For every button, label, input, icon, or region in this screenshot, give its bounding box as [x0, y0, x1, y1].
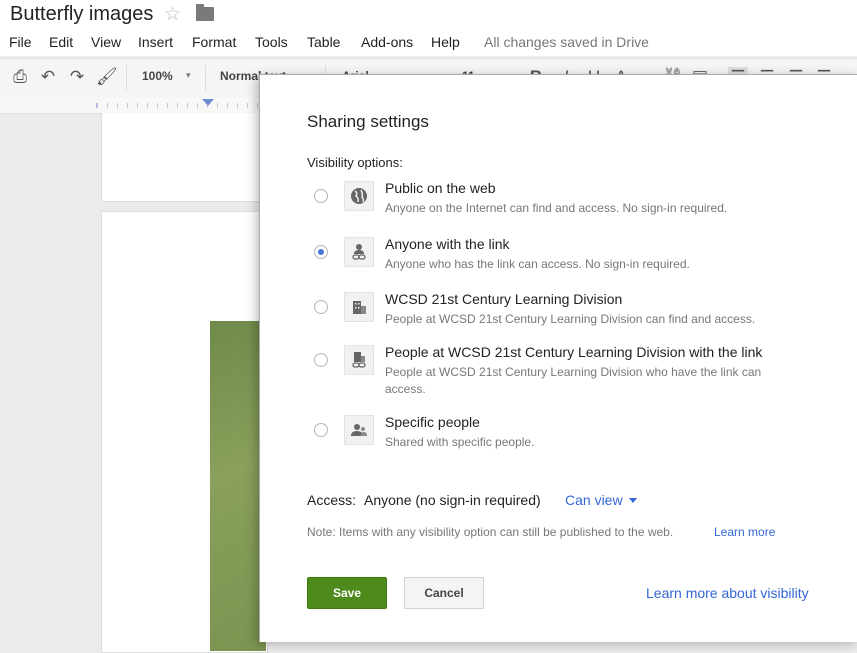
menu-tools[interactable]: Tools [255, 34, 288, 50]
toolbar-divider [126, 65, 127, 91]
menu-addons[interactable]: Add-ons [361, 34, 413, 50]
chevron-down-icon[interactable] [629, 498, 637, 503]
menu-edit[interactable]: Edit [49, 34, 73, 50]
option-description: Anyone who has the link can access. No s… [385, 257, 690, 271]
radio-button[interactable] [314, 300, 328, 314]
redo-icon[interactable]: ↷ [67, 67, 87, 87]
radio-button[interactable] [314, 423, 328, 437]
undo-icon[interactable]: ↶ [38, 67, 58, 87]
chevron-down-icon: ▾ [186, 70, 191, 80]
radio-button[interactable] [314, 353, 328, 367]
sharing-dialog: Sharing settings Visibility options: Pub… [259, 74, 857, 642]
dialog-title: Sharing settings [307, 112, 429, 131]
menu-format[interactable]: Format [192, 34, 236, 50]
menu-bar: File Edit View Insert Format Tools Table… [0, 32, 857, 56]
zoom-select[interactable]: 100% [142, 69, 173, 83]
cancel-button[interactable]: Cancel [404, 577, 484, 609]
menu-table[interactable]: Table [307, 34, 340, 50]
save-status: All changes saved in Drive [484, 34, 649, 50]
option-description: Anyone on the Internet can find and acce… [385, 201, 728, 215]
option-title: WCSD 21st Century Learning Division [385, 291, 623, 307]
toolbar-divider [205, 65, 206, 91]
menu-help[interactable]: Help [431, 34, 460, 50]
option-specific-people[interactable]: Specific people Shared with specific peo… [307, 414, 827, 464]
option-domain-with-link[interactable]: People at WCSD 21st Century Learning Div… [307, 344, 827, 404]
print-icon[interactable]: ⎙ [10, 67, 30, 87]
radio-button[interactable] [314, 189, 328, 203]
learn-more-visibility-link[interactable]: Learn more about visibility [646, 585, 809, 601]
menu-view[interactable]: View [91, 34, 121, 50]
menu-insert[interactable]: Insert [138, 34, 173, 50]
document-title[interactable]: Butterfly images [10, 3, 153, 26]
paint-format-icon[interactable]: 🖌 [96, 67, 118, 87]
document-page [101, 113, 268, 202]
people-icon [344, 415, 374, 445]
option-domain[interactable]: WCSD 21st Century Learning Division Peop… [307, 291, 827, 341]
option-title: People at WCSD 21st Century Learning Div… [385, 344, 763, 360]
option-description: People at WCSD 21st Century Learning Div… [385, 312, 756, 326]
person-link-icon [344, 237, 374, 267]
globe-icon [344, 181, 374, 211]
building-link-icon [344, 345, 374, 375]
indent-marker[interactable] [202, 99, 214, 106]
title-bar: Butterfly images ☆ [0, 0, 857, 32]
option-description: People at WCSD 21st Century Learning Div… [385, 365, 762, 396]
option-title: Public on the web [385, 180, 496, 196]
butterfly-image[interactable] [210, 321, 266, 651]
save-button[interactable]: Save [307, 577, 387, 609]
access-label: Access: [307, 492, 357, 508]
learn-more-link[interactable]: Learn more [714, 525, 775, 539]
menu-file[interactable]: File [9, 34, 32, 50]
building-icon [344, 292, 374, 322]
option-public-web[interactable]: Public on the web Anyone on the Internet… [307, 180, 827, 230]
folder-icon[interactable] [196, 4, 214, 21]
radio-button-selected[interactable] [314, 245, 328, 259]
visibility-label: Visibility options: [307, 155, 403, 170]
option-title: Anyone with the link [385, 236, 510, 252]
star-icon[interactable]: ☆ [164, 3, 181, 26]
ruler-ticks [96, 103, 267, 108]
access-value: Anyone (no sign-in required) [364, 492, 541, 508]
publish-note: Note: Items with any visibility option c… [307, 525, 674, 539]
access-level-dropdown[interactable]: Can view [565, 492, 623, 508]
option-description: Shared with specific people. [385, 435, 535, 449]
option-title: Specific people [385, 414, 480, 430]
option-anyone-with-link[interactable]: Anyone with the link Anyone who has the … [307, 236, 827, 286]
